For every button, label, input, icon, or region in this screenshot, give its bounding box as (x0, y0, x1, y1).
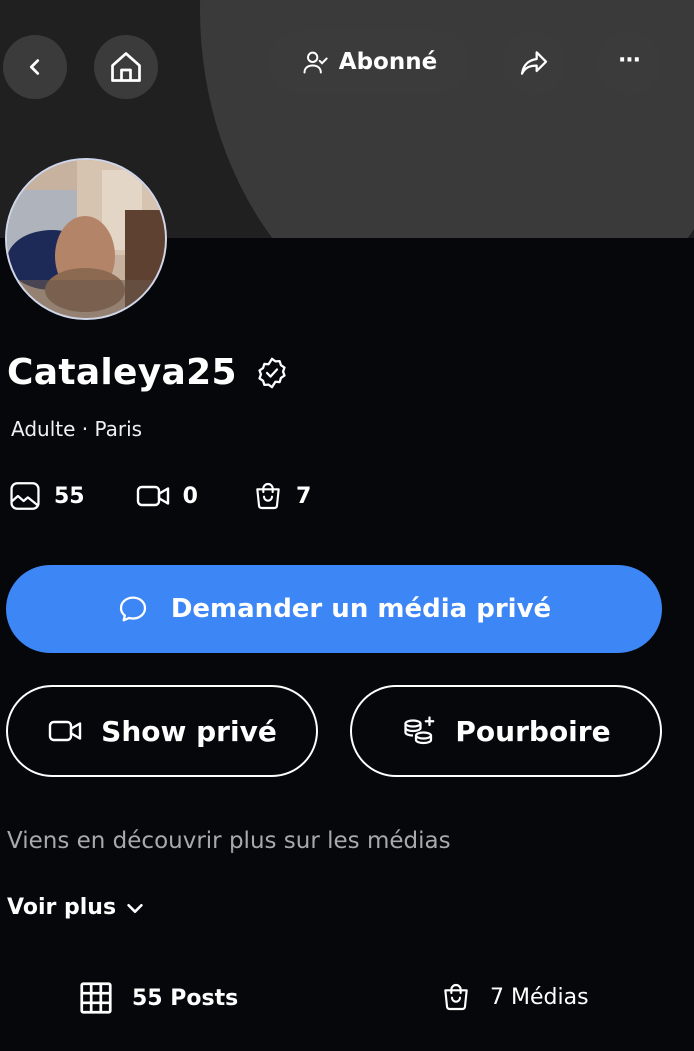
share-icon (520, 51, 548, 75)
profile-stats: 55 0 7 (8, 478, 311, 514)
photo-icon (10, 482, 40, 510)
chevron-left-icon (29, 59, 40, 75)
tab-posts-label: 55 Posts (132, 985, 239, 1011)
stat-purchases: 7 (252, 479, 311, 513)
shopping-bag-icon (256, 483, 280, 510)
request-private-media-label: Demander un média privé (170, 594, 552, 624)
tip-label: Pourboire (455, 714, 611, 748)
more-label: ··· (617, 47, 641, 73)
subscribed-label: Abonné (338, 49, 438, 75)
see-more-button[interactable]: Voir plus (7, 895, 146, 920)
profile-meta: Adulte · Paris (11, 417, 143, 441)
home-icon (111, 52, 141, 82)
back-button[interactable] (3, 35, 67, 99)
tab-media[interactable]: 7 Médias (440, 980, 589, 1014)
chevron-down-icon (127, 903, 143, 913)
video-icon (48, 720, 82, 742)
profile-name: Cataleya25 (7, 352, 237, 393)
chat-bubble-icon (119, 596, 146, 622)
request-private-media-button[interactable]: Demander un média privé (6, 565, 662, 653)
stat-purchases-value: 7 (295, 483, 312, 509)
tab-posts[interactable]: 55 Posts (78, 980, 238, 1016)
private-show-label: Show privé (101, 714, 277, 748)
share-button[interactable] (502, 31, 566, 95)
stat-videos: 0 (135, 478, 198, 514)
video-icon (136, 485, 169, 507)
user-check-icon (303, 51, 328, 74)
stat-videos-value: 0 (182, 483, 198, 509)
tab-media-label: 7 Médias (490, 984, 589, 1010)
coins-icon (404, 716, 435, 745)
shopping-bag-icon (444, 984, 468, 1011)
home-button[interactable] (94, 35, 158, 99)
avatar-photo (7, 160, 165, 318)
stat-photos: 55 (8, 479, 85, 513)
name-row: Cataleya25 (7, 352, 289, 393)
grid-icon (80, 982, 112, 1014)
subscribed-button[interactable]: Abonné (268, 30, 470, 94)
see-more-label: Voir plus (7, 895, 117, 920)
avatar[interactable] (5, 158, 167, 320)
bio-fade (0, 848, 694, 876)
stat-photos-value: 55 (54, 483, 85, 509)
more-button[interactable]: ··· (597, 31, 661, 95)
private-show-button[interactable]: Show privé (6, 685, 318, 777)
verified-badge-icon (258, 357, 286, 388)
tip-button[interactable]: Pourboire (350, 685, 662, 777)
